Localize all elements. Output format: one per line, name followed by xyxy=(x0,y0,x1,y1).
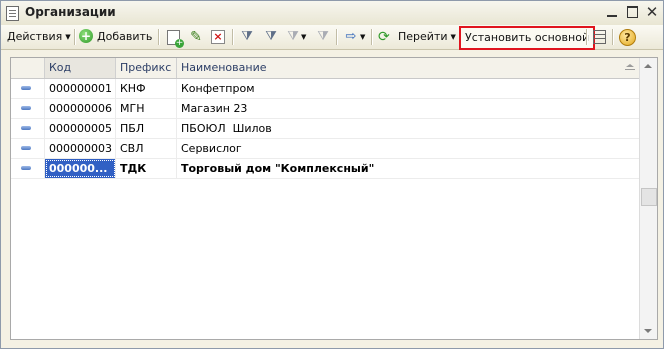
close-button[interactable]: ✕ xyxy=(644,4,660,20)
name-cell: Сервислог xyxy=(181,142,242,155)
row-marker-cell xyxy=(11,159,45,178)
toolbar-separator xyxy=(612,29,614,45)
row-marker-icon xyxy=(21,166,31,170)
delete-icon[interactable]: × xyxy=(211,30,225,44)
filter-by-value-icon[interactable]: ⧩ xyxy=(263,29,279,45)
document-icon xyxy=(6,6,19,21)
dropdown-arrow-icon: ▼ xyxy=(65,33,71,41)
name-cell: ПБОЮЛ Шилов xyxy=(181,122,272,135)
name-cell: Магазин 23 xyxy=(181,102,248,115)
goto-menu[interactable]: ⟳ Перейти ▼ xyxy=(378,27,456,47)
row-marker-cell xyxy=(11,99,45,118)
window-title: Организации xyxy=(25,5,116,19)
sort-ascending-icon xyxy=(625,64,635,71)
table-row[interactable]: 000000006 МГН Магазин 23 xyxy=(11,99,639,119)
dropdown-arrow-icon: ▼ xyxy=(450,33,456,41)
table-row[interactable]: 000000005 ПБЛ ПБОЮЛ Шилов xyxy=(11,119,639,139)
organizations-window: Организации ✕ Действия▼ + Добавить ✎ × ⧩… xyxy=(0,0,664,349)
clear-filter-icon[interactable]: ⧩ xyxy=(315,29,331,45)
table-header: Код Префикс Наименование xyxy=(11,58,639,79)
toolbar-separator xyxy=(74,29,76,45)
add-button[interactable]: + Добавить xyxy=(79,27,152,47)
name-cell: Конфетпром xyxy=(181,82,255,95)
edit-pencil-icon[interactable]: ✎ xyxy=(188,29,204,45)
vertical-scrollbar[interactable] xyxy=(639,58,657,339)
table-row[interactable]: 000000001 КНФ Конфетпром xyxy=(11,79,639,99)
minimize-button[interactable] xyxy=(604,4,620,20)
row-marker-icon xyxy=(21,106,31,110)
toolbar-separator xyxy=(336,29,338,45)
prefix-cell: ТДК xyxy=(116,159,177,178)
title-bar: Организации ✕ xyxy=(1,1,663,26)
row-marker-icon xyxy=(21,126,31,130)
column-header-name[interactable]: Наименование xyxy=(177,58,639,78)
table-row[interactable]: 000000003 СВЛ Сервислог xyxy=(11,139,639,159)
code-cell: 000000003 xyxy=(45,139,116,158)
copy-document-icon[interactable] xyxy=(167,30,184,48)
row-marker-cell xyxy=(11,79,45,98)
refresh-icon: ⟳ xyxy=(378,29,390,45)
prefix-cell: МГН xyxy=(116,99,177,118)
scroll-thumb[interactable] xyxy=(641,188,657,206)
toolbar: Действия▼ + Добавить ✎ × ⧩ ⧩ ⧩ ▼ ⧩ ⇨ ▼ ⟳… xyxy=(1,25,663,50)
row-marker-cell xyxy=(11,119,45,138)
column-header-code[interactable]: Код xyxy=(45,58,116,78)
row-marker-cell xyxy=(11,139,45,158)
prefix-cell: ПБЛ xyxy=(116,119,177,138)
set-main-button[interactable]: Установить основной xyxy=(459,26,596,50)
add-icon: + xyxy=(79,29,93,43)
scroll-down-icon[interactable] xyxy=(640,323,657,339)
scroll-up-icon[interactable] xyxy=(640,58,657,74)
prefix-cell: СВЛ xyxy=(116,139,177,158)
actions-menu[interactable]: Действия ▼ xyxy=(7,27,71,47)
toolbar-separator xyxy=(586,29,588,45)
maximize-button[interactable] xyxy=(625,4,641,20)
output-list-icon[interactable]: ⇨ xyxy=(343,29,359,45)
code-cell: 000000005 xyxy=(45,119,116,138)
row-marker-icon xyxy=(21,86,31,90)
filter-icon[interactable]: ⧩ xyxy=(239,29,255,45)
column-header-prefix[interactable]: Префикс xyxy=(116,58,177,78)
help-icon[interactable]: ? xyxy=(619,29,636,46)
toolbar-separator xyxy=(371,29,373,45)
filter-history-icon[interactable]: ⧩ xyxy=(285,29,301,45)
filter-history-dropdown-icon[interactable]: ▼ xyxy=(301,27,306,47)
code-cell: 000000006 xyxy=(45,99,116,118)
table-row-selected[interactable]: 000000... ТДК Торговый дом "Комплексный" xyxy=(11,159,639,179)
row-marker-icon xyxy=(21,146,31,150)
organizations-table[interactable]: Код Префикс Наименование 000000001 КНФ К… xyxy=(10,57,658,340)
actions-label: Действия xyxy=(7,30,63,43)
output-list-dropdown-icon[interactable]: ▼ xyxy=(360,27,365,47)
name-cell: Торговый дом "Комплексный" xyxy=(181,162,375,175)
toolbar-separator xyxy=(158,29,160,45)
marker-column-header xyxy=(11,58,45,78)
prefix-cell: КНФ xyxy=(116,79,177,98)
list-settings-icon[interactable] xyxy=(593,30,606,44)
toolbar-separator xyxy=(232,29,234,45)
code-cell: 000000... xyxy=(45,159,116,178)
name-header-label: Наименование xyxy=(181,61,267,74)
code-cell: 000000001 xyxy=(45,79,116,98)
